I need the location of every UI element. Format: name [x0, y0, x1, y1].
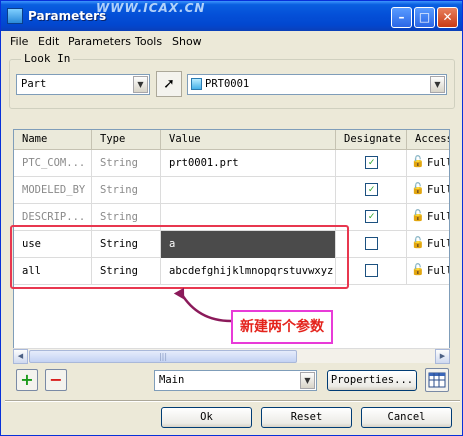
- column-header-name[interactable]: Name: [14, 130, 92, 149]
- ok-button[interactable]: Ok: [161, 407, 252, 428]
- watermark-text: WWW.ICAX.CN: [96, 1, 206, 15]
- menu-parameters[interactable]: Parameters: [68, 35, 131, 48]
- look-in-object-select[interactable]: PRT0001 ▼: [187, 74, 447, 95]
- scroll-thumb[interactable]: |||: [29, 350, 297, 363]
- access-value[interactable]: Full: [427, 150, 449, 177]
- column-header-value[interactable]: Value: [161, 130, 336, 149]
- param-name[interactable]: PTC_COM...: [14, 150, 92, 177]
- designate-checkbox[interactable]: ✓: [365, 156, 378, 169]
- select-pointer-button[interactable]: ➚: [156, 71, 182, 97]
- add-parameter-button[interactable]: +: [16, 369, 38, 391]
- table-columns-button[interactable]: [425, 368, 449, 392]
- designate-checkbox[interactable]: ✓: [365, 183, 378, 196]
- menu-bar: File Edit Parameters Tools Show: [5, 32, 460, 52]
- param-value[interactable]: [161, 177, 336, 204]
- remove-parameter-button[interactable]: −: [45, 369, 67, 391]
- column-header-designate[interactable]: Designate: [336, 130, 407, 149]
- access-value[interactable]: Full: [427, 204, 449, 231]
- column-header-access[interactable]: Access: [407, 130, 449, 149]
- minus-icon: −: [49, 370, 63, 389]
- properties-button[interactable]: Properties...: [327, 370, 417, 391]
- title-bar[interactable]: Parameters WWW.ICAX.CN – □ ✕: [1, 1, 462, 31]
- cancel-button[interactable]: Cancel: [361, 407, 452, 428]
- separator: [5, 400, 460, 402]
- menu-show[interactable]: Show: [172, 35, 202, 48]
- access-value[interactable]: Full: [427, 231, 449, 258]
- minimize-button[interactable]: –: [391, 7, 412, 28]
- lock-icon: 🔓: [411, 182, 425, 195]
- lock-icon: 🔓: [411, 236, 425, 249]
- reset-button[interactable]: Reset: [261, 407, 352, 428]
- param-type[interactable]: String: [92, 177, 161, 204]
- horizontal-scrollbar[interactable]: ◀ ||| ▶: [13, 348, 450, 364]
- lock-icon: 🔓: [411, 155, 425, 168]
- plus-icon: +: [20, 370, 34, 389]
- window-title: Parameters: [28, 9, 107, 23]
- annotation-callout: 新建两个参数: [231, 310, 333, 344]
- access-value[interactable]: Full: [427, 177, 449, 204]
- menu-edit[interactable]: Edit: [38, 35, 59, 48]
- chevron-down-icon[interactable]: ▼: [300, 372, 315, 389]
- designate-cell: ✓: [336, 177, 407, 204]
- filter-select[interactable]: Main ▼: [154, 370, 317, 391]
- table-row[interactable]: MODELED_BY String ✓ 🔓 Full: [14, 177, 449, 204]
- filter-value: Main: [159, 374, 185, 386]
- param-name[interactable]: MODELED_BY: [14, 177, 92, 204]
- scroll-left-icon[interactable]: ◀: [13, 349, 28, 364]
- highlight-box: [10, 225, 349, 289]
- table-row[interactable]: PTC_COM... String prt0001.prt ✓ 🔓 Full: [14, 150, 449, 177]
- designate-cell: ✓: [336, 150, 407, 177]
- part-icon: [191, 78, 202, 90]
- access-value[interactable]: Full: [427, 258, 449, 285]
- close-button[interactable]: ✕: [437, 7, 458, 28]
- chevron-down-icon[interactable]: ▼: [430, 76, 445, 93]
- parameters-window: Parameters WWW.ICAX.CN – □ ✕ File Edit P…: [0, 0, 463, 436]
- param-value[interactable]: prt0001.prt: [161, 150, 336, 177]
- column-header-type[interactable]: Type: [92, 130, 161, 149]
- scroll-right-icon[interactable]: ▶: [435, 349, 450, 364]
- maximize-button[interactable]: □: [414, 7, 435, 28]
- table-grid-icon: [428, 372, 446, 388]
- look-in-type-select[interactable]: Part ▼: [16, 74, 150, 95]
- table-header: Name Type Value Designate Access: [14, 130, 449, 150]
- designate-checkbox[interactable]: [365, 264, 378, 277]
- designate-checkbox[interactable]: ✓: [365, 210, 378, 223]
- look-in-label: Look In: [21, 52, 74, 65]
- look-in-type-value: Part: [21, 78, 47, 90]
- cursor-arrow-icon: ➚: [163, 76, 175, 92]
- menu-file[interactable]: File: [10, 35, 28, 48]
- chevron-down-icon[interactable]: ▼: [133, 76, 148, 93]
- menu-tools[interactable]: Tools: [135, 35, 162, 48]
- designate-checkbox[interactable]: [365, 237, 378, 250]
- app-icon: [7, 8, 23, 24]
- lock-icon: 🔓: [411, 209, 425, 222]
- lock-icon: 🔓: [411, 263, 425, 276]
- param-type[interactable]: String: [92, 150, 161, 177]
- look-in-object-value: PRT0001: [205, 78, 250, 90]
